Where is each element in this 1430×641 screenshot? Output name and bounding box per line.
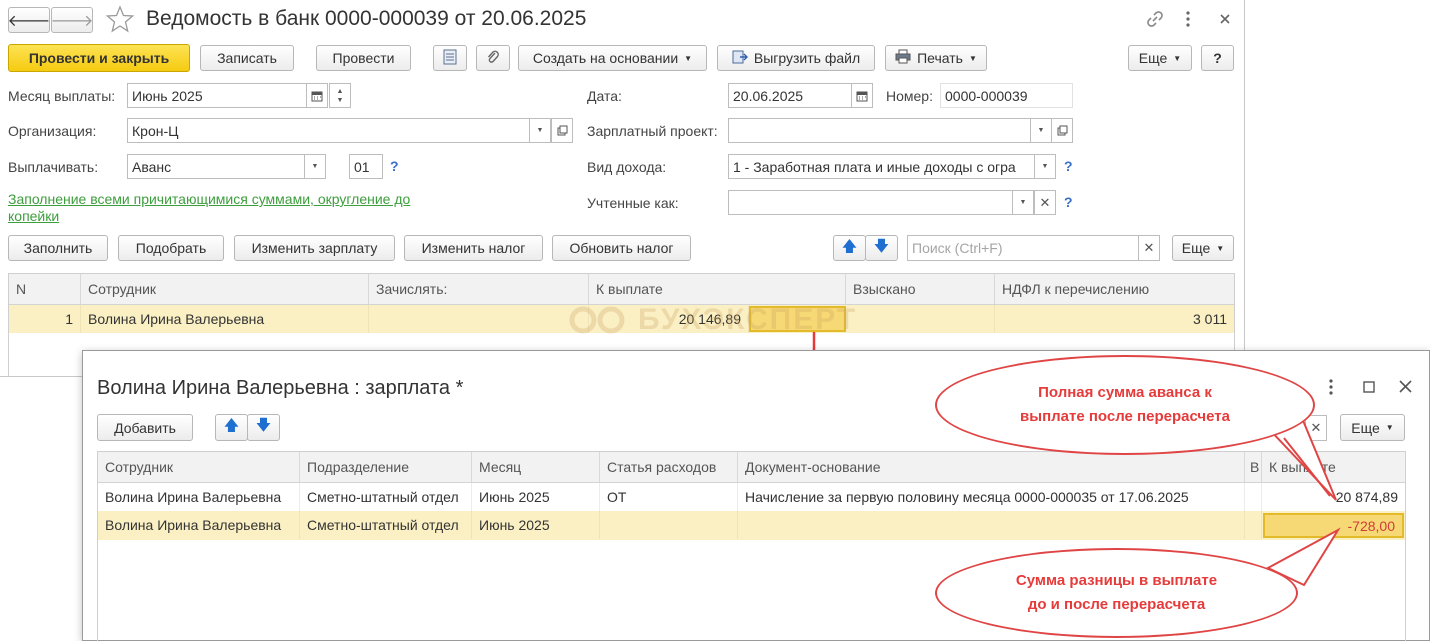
callout-bottom-line2: до и после перерасчета — [1027, 596, 1206, 613]
callout-full-advance: Полная сумма аванса к выплате после пере… — [935, 355, 1315, 455]
callout-top-line1: Полная сумма аванса к — [1038, 384, 1212, 401]
callout-top-line2: выплате после перерасчета — [1020, 408, 1230, 425]
callout-difference: Сумма разницы в выплате до и после перер… — [935, 548, 1298, 638]
callout-pointers — [1265, 416, 1341, 587]
callout-bottom-line1: Сумма разницы в выплате — [1015, 572, 1218, 589]
